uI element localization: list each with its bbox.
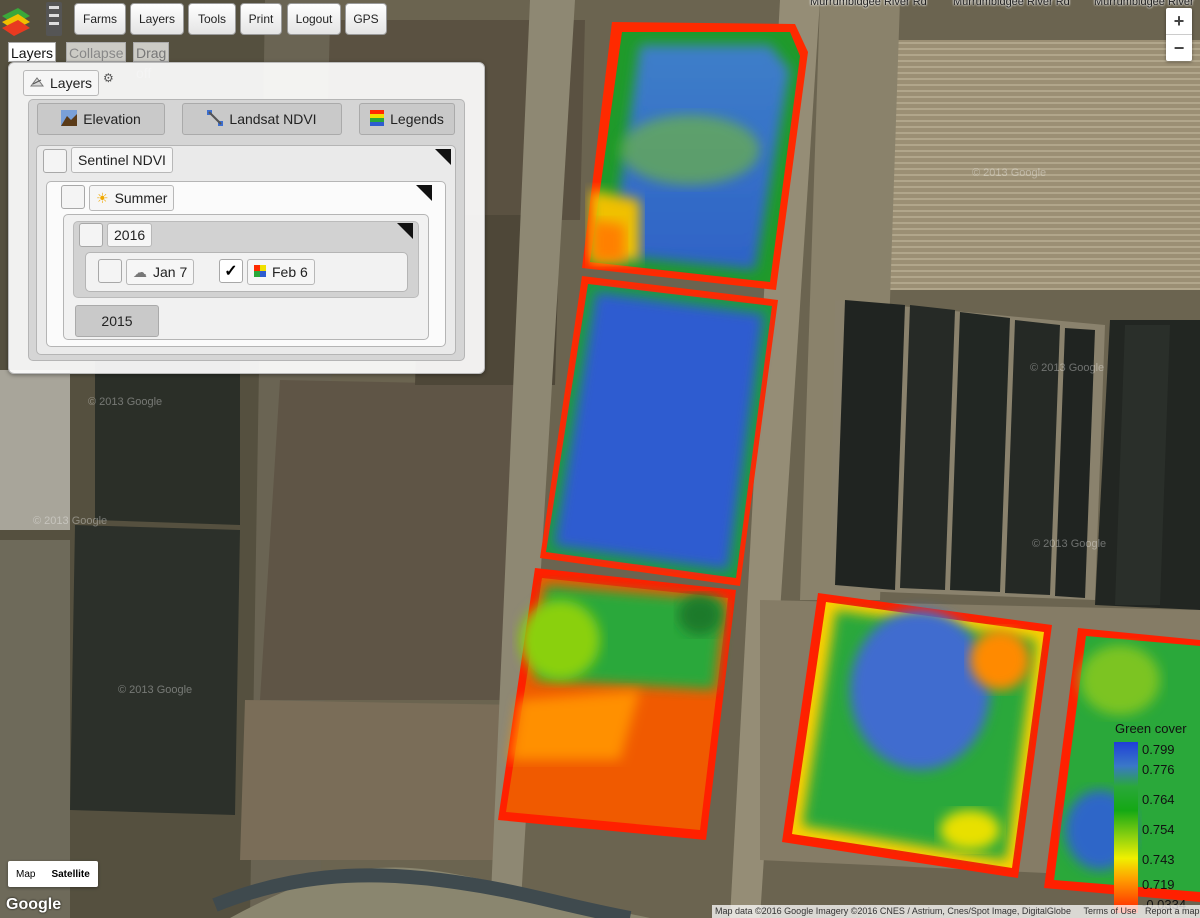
road-label: Murrumbidgee River Rd (953, 0, 1070, 8)
road-label: Murrumbidgee River Rd (810, 0, 927, 8)
legend-value: 0.764 (1142, 792, 1175, 807)
map-watermark: © 2013 Google (33, 515, 108, 527)
tab-layers[interactable]: Layers (8, 42, 57, 62)
summer-checkbox[interactable] (61, 185, 85, 209)
zoom-control: + − (1166, 8, 1192, 61)
print-button[interactable]: Print (240, 3, 282, 35)
sentinel-checkbox[interactable] (43, 149, 67, 173)
year-2016-expand-icon[interactable] (397, 223, 413, 239)
year-2015-toggle[interactable]: 2015 (75, 305, 159, 337)
summer-expand-icon[interactable] (416, 185, 432, 201)
satellite-icon (207, 109, 224, 129)
logout-button[interactable]: Logout (287, 3, 341, 35)
feb6-label: Feb 6 (272, 264, 308, 280)
landsat-ndvi-button[interactable]: Landsat NDVI (182, 103, 342, 135)
jan7-toggle[interactable]: ☁ Jan 7 (126, 259, 195, 285)
elevation-button[interactable]: Elevation (37, 103, 165, 135)
legend-value: 0.743 (1142, 852, 1175, 867)
attribution-text: Map data ©2016 Google Imagery ©2016 CNES… (715, 906, 1071, 916)
sentinel-ndvi-toggle[interactable]: Sentinel NDVI (71, 147, 173, 173)
map-watermark: © 2013 Google (1030, 362, 1105, 374)
tools-button[interactable]: Tools (188, 3, 236, 35)
layers-panel: Layers ⚙ Elevation Landsat NDVI Legends … (8, 62, 485, 374)
map-watermark: © 2013 Google (972, 167, 1047, 179)
map-type-satellite[interactable]: Satellite (43, 861, 97, 887)
sentinel-expand-icon[interactable] (435, 149, 451, 165)
legend-value: 0.776 (1142, 762, 1175, 777)
map-type-map[interactable]: Map (8, 861, 43, 887)
road-label: Murrumbidgee River (1094, 0, 1194, 8)
year-2016-toggle[interactable]: 2016 (107, 223, 153, 247)
layers-icon (30, 75, 44, 91)
feb6-checkbox[interactable]: ✓ (219, 259, 243, 283)
farms-button[interactable]: Farms (74, 3, 126, 35)
terms-link[interactable]: Terms of Use (1083, 906, 1136, 916)
gps-button[interactable]: GPS (345, 3, 387, 35)
summer-toggle[interactable]: ☀ Summer (89, 185, 175, 211)
year-2016-checkbox[interactable] (79, 223, 103, 247)
elevation-icon (61, 109, 78, 129)
google-logo: Google (6, 896, 62, 913)
map-watermark: © 2013 Google (88, 396, 163, 408)
cloud-icon: ☁ (133, 263, 147, 280)
summer-label: Summer (114, 190, 168, 206)
legends-button[interactable]: Legends (359, 103, 455, 135)
layers-header-label: Layers (50, 75, 93, 91)
report-map-error-link[interactable]: Report a map error (1145, 906, 1200, 916)
legend-title: Green cover (1115, 721, 1187, 736)
feb6-toggle[interactable]: Feb 6 (247, 259, 315, 285)
app-logo-icon[interactable] (0, 0, 64, 40)
legends-icon (370, 109, 385, 129)
legend-value: 0.799 (1142, 742, 1175, 757)
jan7-checkbox[interactable] (98, 259, 122, 283)
jan7-label: Jan 7 (153, 264, 188, 280)
map-attribution: Map data ©2016 Google Imagery ©2016 CNES… (712, 905, 1200, 918)
zoom-out-button[interactable]: − (1166, 35, 1192, 61)
ndvi-color-icon (254, 264, 266, 280)
zoom-in-button[interactable]: + (1166, 8, 1192, 34)
tab-drag-off[interactable]: Drag off (133, 42, 170, 81)
legend-value: 0.754 (1142, 822, 1175, 837)
tab-collapse[interactable]: Collapse (66, 42, 127, 62)
elevation-label: Elevation (83, 111, 141, 127)
legends-label: Legends (390, 111, 444, 127)
layers-header[interactable]: Layers (23, 70, 100, 96)
map-watermark: © 2013 Google (1032, 538, 1107, 550)
legend-color-bar (1114, 742, 1138, 913)
legend-value: 0.719 (1142, 877, 1175, 892)
settings-icon[interactable]: ⚙ (103, 71, 114, 85)
map-watermark: © 2013 Google (118, 684, 193, 696)
landsat-ndvi-label: Landsat NDVI (229, 111, 317, 127)
layers-button[interactable]: Layers (130, 3, 184, 35)
map-type-control: Map Satellite (8, 861, 98, 887)
sun-icon: ☀ (96, 189, 109, 206)
